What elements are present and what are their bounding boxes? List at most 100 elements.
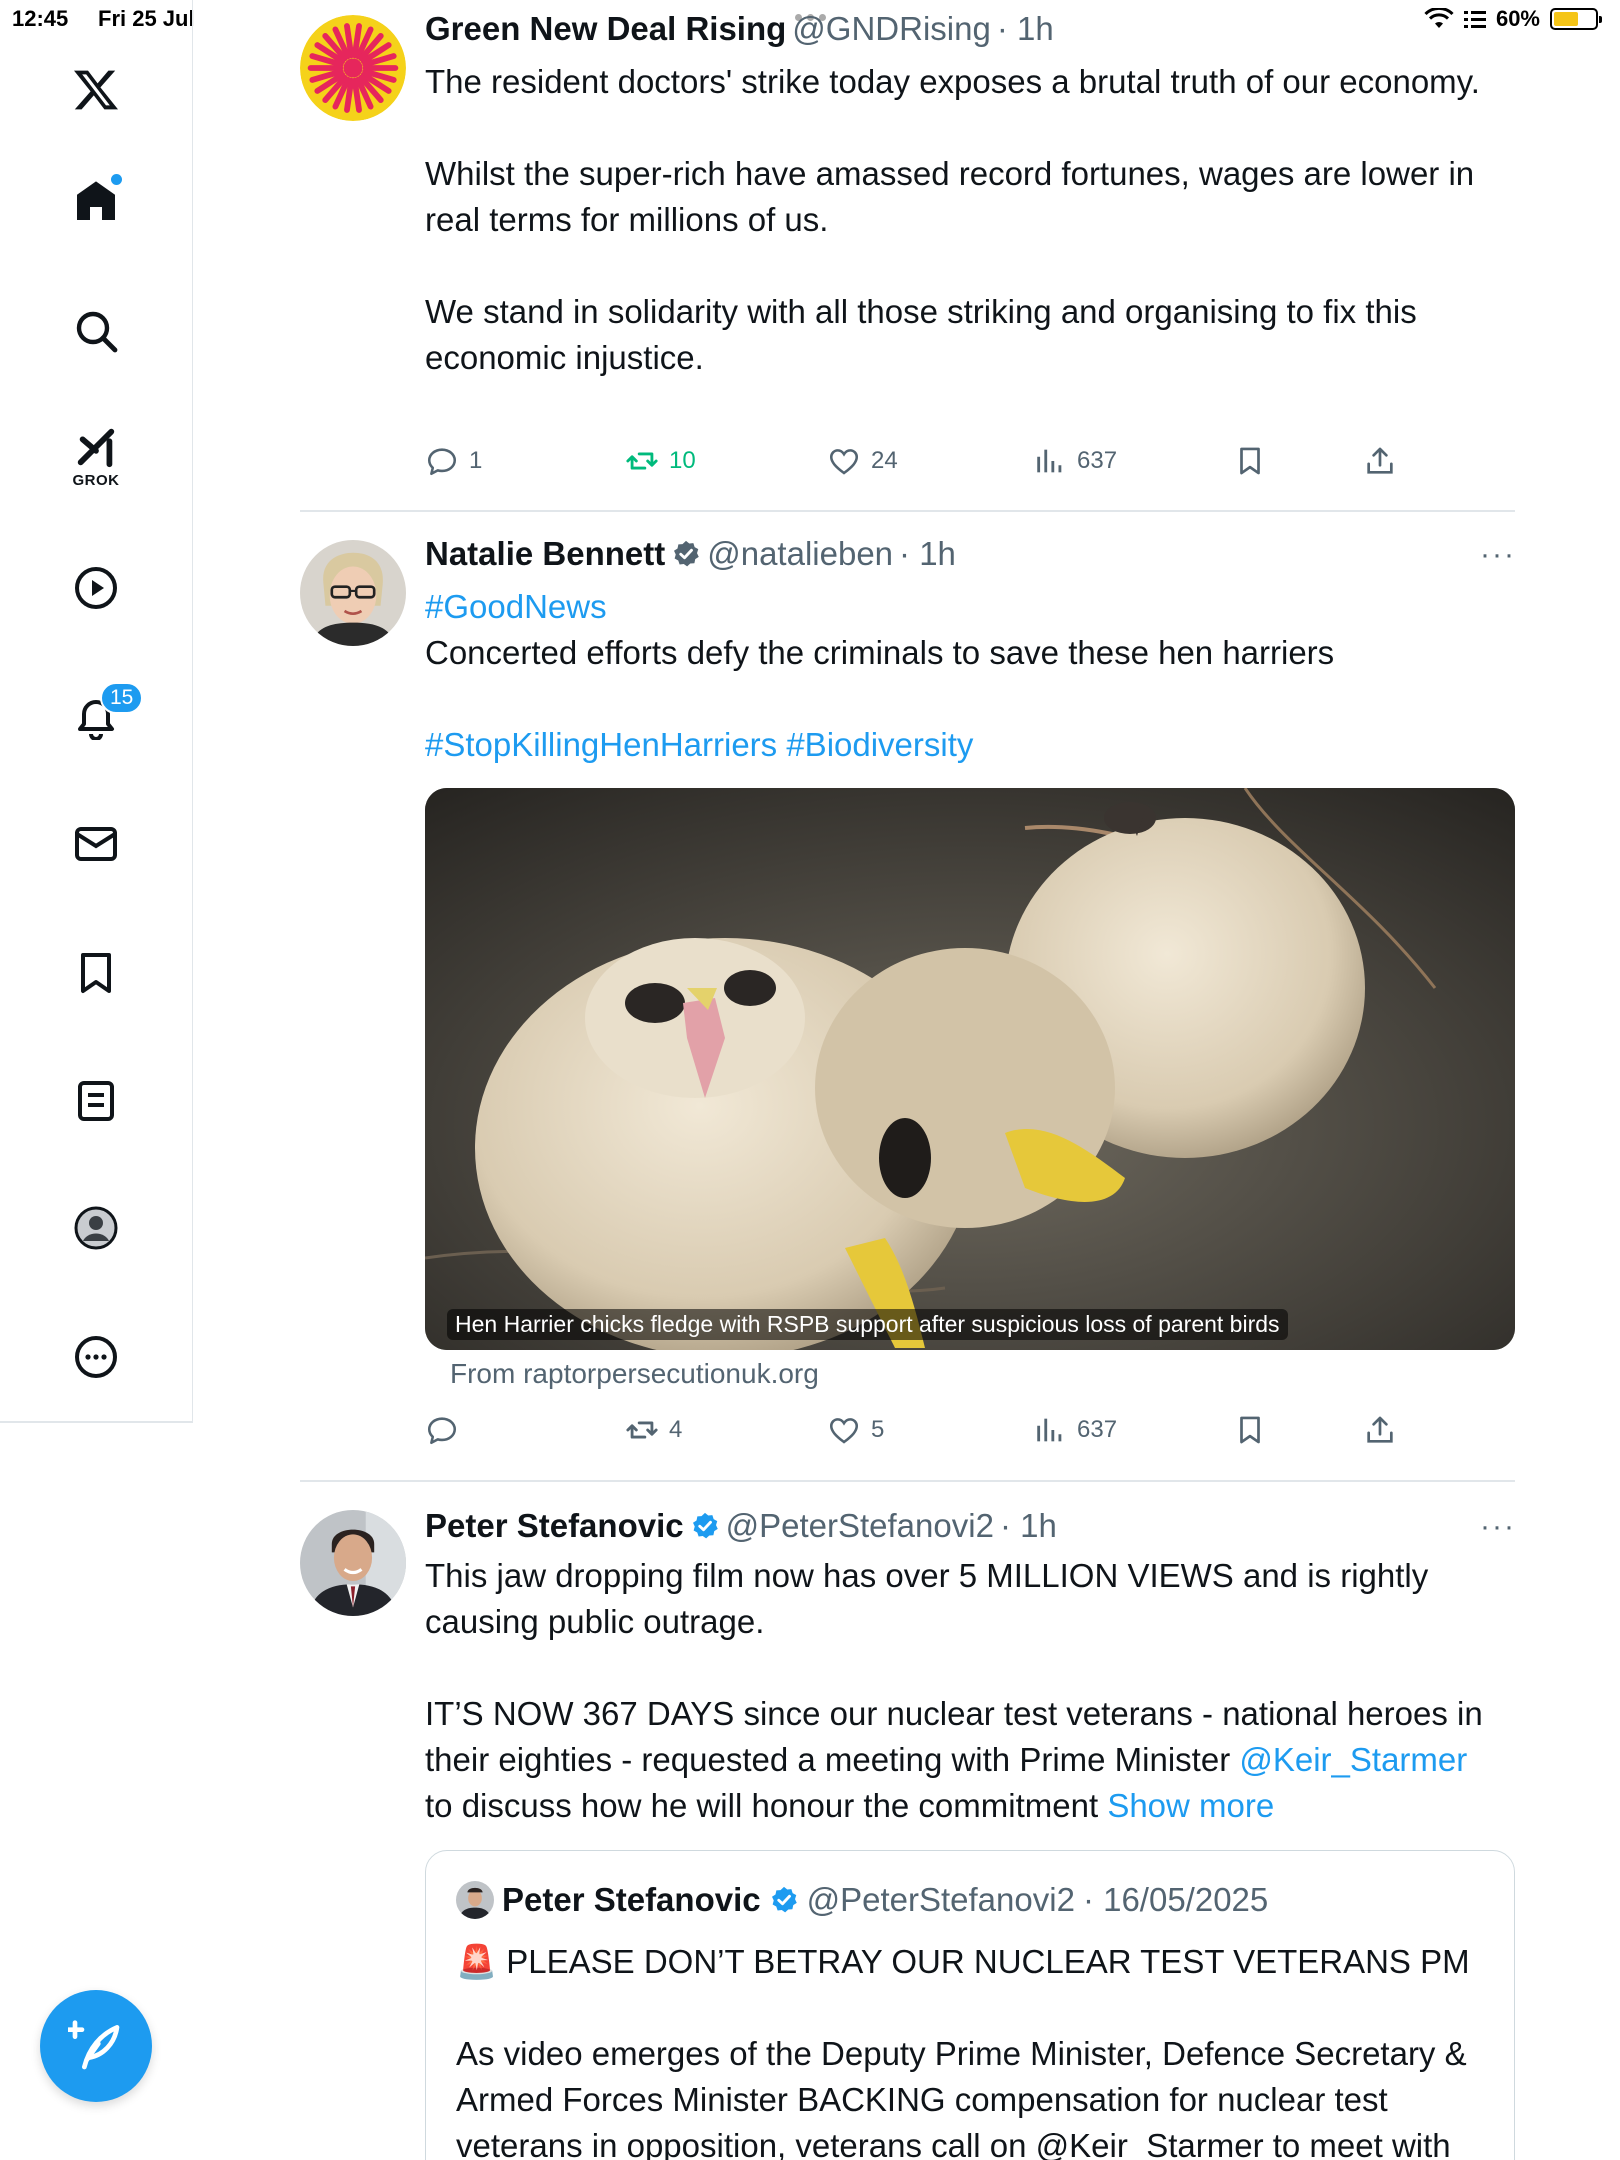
author-name[interactable]: Peter Stefanovic xyxy=(425,1507,684,1545)
video-icon xyxy=(75,567,117,609)
repost-count: 10 xyxy=(669,447,696,474)
views-count: 637 xyxy=(1077,447,1118,474)
sidebar-item-messages[interactable] xyxy=(56,804,136,884)
battery-fill xyxy=(1554,12,1578,26)
views-icon xyxy=(1037,1418,1062,1442)
bookmark-button[interactable] xyxy=(1233,444,1267,478)
like-button[interactable]: 24 xyxy=(827,444,898,478)
views-button[interactable]: 637 xyxy=(1033,1413,1117,1447)
home-icon xyxy=(77,181,115,220)
sidebar-item-more[interactable] xyxy=(56,1317,136,1397)
bookmark-icon xyxy=(1240,447,1260,475)
sidebar-item-grok[interactable]: GROK xyxy=(56,416,136,496)
more-icon xyxy=(75,1336,117,1378)
mention-keir-starmer[interactable]: @Keir_Starmer xyxy=(1239,1741,1467,1778)
compose-feather-icon xyxy=(68,2020,120,2070)
post-more-button[interactable]: ··· xyxy=(1480,1510,1516,1544)
share-button[interactable] xyxy=(1363,1413,1397,1447)
post-header: Natalie Bennett @natalieben · 1h xyxy=(425,535,956,573)
avatar-peterstefanovi2[interactable] xyxy=(300,1510,406,1616)
quoted-author-handle: @PeterStefanovi2 xyxy=(806,1881,1075,1918)
post-text: The resident doctors' strike today expos… xyxy=(425,63,1480,376)
reply-button[interactable] xyxy=(425,1413,469,1447)
post-time[interactable]: · 1h xyxy=(1000,1507,1057,1545)
search-icon xyxy=(76,311,118,353)
sidebar-item-lists[interactable] xyxy=(56,1061,136,1141)
like-count: 5 xyxy=(871,1416,885,1443)
quoted-post[interactable]: Peter Stefanovic @PeterStefanovi2 · 16/0… xyxy=(425,1850,1515,2160)
views-icon xyxy=(1037,449,1062,473)
like-button[interactable]: 5 xyxy=(827,1413,884,1447)
sidebar-nav: GROK 15 xyxy=(0,0,193,1422)
sidebar-item-explore[interactable] xyxy=(56,291,136,371)
post-header: Green New Deal Rising @GNDRising · 1h xyxy=(425,10,1054,48)
grok-label: GROK xyxy=(72,471,120,489)
notification-badge: 15 xyxy=(100,682,144,714)
sidebar-item-notifications[interactable]: 15 xyxy=(56,676,144,756)
wifi-icon xyxy=(1424,8,1454,28)
verified-badge-icon xyxy=(692,1512,718,1539)
author-name[interactable]: Green New Deal Rising xyxy=(425,10,786,48)
heart-icon xyxy=(829,1418,859,1444)
x-logo[interactable] xyxy=(56,50,136,130)
verified-badge-icon xyxy=(674,540,699,567)
post-divider xyxy=(300,1480,1515,1482)
repost-count: 4 xyxy=(669,1416,683,1443)
repost-icon xyxy=(626,452,658,470)
focus-icon xyxy=(1463,11,1486,28)
quoted-post-header: Peter Stefanovic @PeterStefanovi2 · 16/0… xyxy=(456,1881,1268,1919)
grok-icon xyxy=(77,428,115,467)
compose-post-button[interactable] xyxy=(40,1990,152,2102)
profile-icon xyxy=(74,1206,118,1250)
quoted-author-name: Peter Stefanovic xyxy=(502,1881,761,1918)
quoted-post-time: · 16/05/2025 xyxy=(1082,1881,1269,1918)
author-handle[interactable]: @GNDRising xyxy=(792,10,991,48)
quoted-avatar xyxy=(456,1881,494,1919)
reply-count: 1 xyxy=(469,447,483,474)
sidebar-item-bookmarks[interactable] xyxy=(56,933,136,1013)
share-button[interactable] xyxy=(1363,444,1397,478)
media-caption: Hen Harrier chicks fledge with RSPB supp… xyxy=(447,1309,1288,1340)
sidebar-item-home[interactable] xyxy=(56,162,136,242)
repost-button[interactable]: 4 xyxy=(625,1413,682,1447)
quoted-post-text: 🚨 PLEASE DON’T BETRAY OUR NUCLEAR TEST V… xyxy=(456,1943,1470,2160)
post-text-part2: to discuss how he will honour the commit… xyxy=(425,1787,1099,1824)
list-icon xyxy=(78,1081,114,1121)
show-more-link[interactable]: Show more xyxy=(1107,1787,1274,1824)
post-time[interactable]: · 1h xyxy=(899,535,956,573)
avatar-gndrising[interactable] xyxy=(300,15,406,121)
bookmark-icon xyxy=(81,953,111,993)
author-handle[interactable]: @natalieben xyxy=(707,535,893,573)
home-unread-dot xyxy=(111,174,122,185)
reply-icon xyxy=(427,1417,457,1445)
post-header: Peter Stefanovic @PeterStefanovi2 · 1h xyxy=(425,1507,1057,1545)
author-name[interactable]: Natalie Bennett xyxy=(425,535,665,573)
post-actions: 1 10 24 637 xyxy=(425,444,1425,484)
sidebar-divider xyxy=(0,1421,193,1423)
avatar-natalieben[interactable] xyxy=(300,540,406,646)
sidebar-item-profile[interactable] xyxy=(56,1188,136,1268)
repost-icon xyxy=(626,1421,658,1439)
bookmark-icon xyxy=(1240,1416,1260,1444)
repost-button[interactable]: 10 xyxy=(625,444,696,478)
share-icon xyxy=(1367,447,1393,474)
battery-icon xyxy=(1550,8,1602,30)
post-time[interactable]: · 1h xyxy=(997,10,1054,48)
author-handle[interactable]: @PeterStefanovi2 xyxy=(726,1507,994,1545)
share-icon xyxy=(1367,1416,1393,1443)
reply-button[interactable]: 1 xyxy=(425,444,482,478)
post-more-button[interactable]: ··· xyxy=(1480,538,1516,572)
card-source[interactable]: From raptorpersecutionuk.org xyxy=(450,1358,819,1390)
link-card-image[interactable]: Hen Harrier chicks fledge with RSPB supp… xyxy=(425,788,1515,1350)
reply-icon xyxy=(427,448,457,476)
post-hashtags[interactable]: #StopKillingHenHarriers #Biodiversity xyxy=(425,722,1515,768)
sidebar-item-video[interactable] xyxy=(56,548,136,628)
post-divider xyxy=(300,510,1515,512)
bookmark-button[interactable] xyxy=(1233,1413,1267,1447)
verified-badge-icon xyxy=(771,1886,797,1913)
post-text: This jaw dropping film now has over 5 MI… xyxy=(425,1553,1515,1829)
views-button[interactable]: 637 xyxy=(1033,444,1117,478)
status-indicators: 60% xyxy=(1424,6,1602,32)
heart-icon xyxy=(829,449,859,475)
hashtag-goodnews[interactable]: #GoodNews xyxy=(425,584,1515,630)
